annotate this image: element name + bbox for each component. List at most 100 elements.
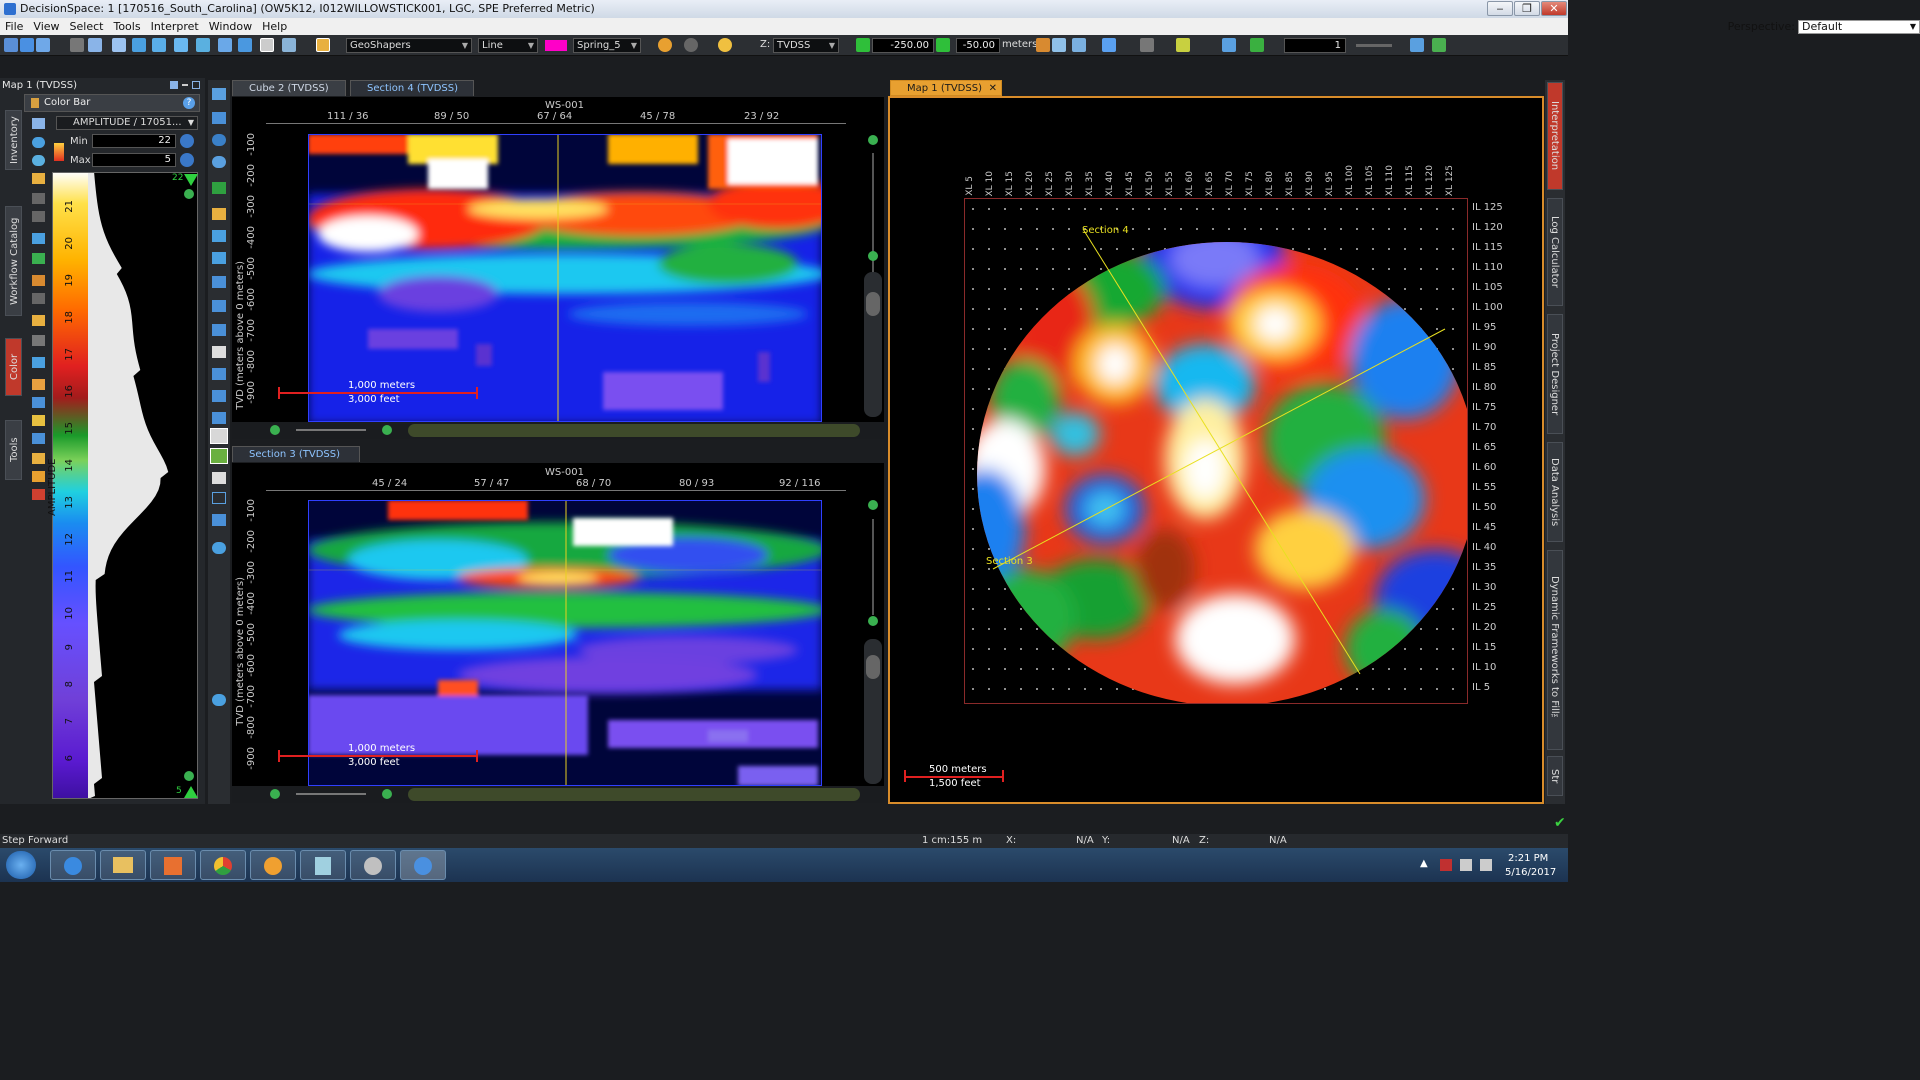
fault-icon[interactable] <box>212 276 226 288</box>
section-4-view[interactable]: WS-001 111 / 36 89 / 50 67 / 64 45 / 78 … <box>232 97 884 439</box>
color-swatch[interactable] <box>545 40 567 51</box>
explorer-icon[interactable] <box>100 850 146 880</box>
palette-select[interactable]: Spring_5 ▼ <box>573 38 641 53</box>
attribute-select[interactable]: AMPLITUDE / 17051... ▼ <box>56 116 198 130</box>
redo-icon[interactable] <box>684 38 698 52</box>
minimize-button[interactable]: ‒ <box>1487 1 1513 16</box>
flag-icon[interactable] <box>1440 859 1452 871</box>
move-icon[interactable] <box>212 230 226 242</box>
paint-icon[interactable] <box>210 448 228 464</box>
maximize-button[interactable]: ❐ <box>1514 1 1540 16</box>
bookmark-list-icon[interactable] <box>1140 38 1154 52</box>
scrollbar-thumb[interactable] <box>866 292 880 316</box>
section-4-label[interactable]: Section 4 <box>1082 225 1129 236</box>
paint-icon[interactable] <box>350 850 396 880</box>
import-icon[interactable] <box>32 433 45 444</box>
zoom-out-icon[interactable] <box>184 771 194 781</box>
pan-icon[interactable] <box>174 38 188 52</box>
color-wheel-icon[interactable] <box>32 155 45 166</box>
tab-cube-2[interactable]: Cube 2 (TVDSS) <box>232 80 346 96</box>
tab-section-4[interactable]: Section 4 (TVDSS) <box>350 80 474 96</box>
section-3-view[interactable]: WS-001 45 / 24 57 / 47 68 / 70 80 / 93 9… <box>232 463 884 803</box>
step-back-icon[interactable] <box>856 38 870 52</box>
zoom-out-icon[interactable] <box>270 789 280 799</box>
section-icon[interactable] <box>238 38 252 52</box>
tab-str[interactable]: Str <box>1547 756 1563 796</box>
tray-arrow-icon[interactable]: ▲ <box>1420 858 1428 869</box>
min-lock-icon[interactable] <box>180 134 194 148</box>
tab-log-calculator[interactable]: Log Calculator <box>1547 198 1563 306</box>
count-input[interactable]: 1 <box>1284 38 1346 53</box>
open-icon[interactable] <box>20 38 34 52</box>
domain-select[interactable]: TVDSS ▼ <box>773 38 839 53</box>
grid-icon[interactable] <box>32 253 45 264</box>
menu-interpret[interactable]: Interpret <box>146 18 204 35</box>
table-icon[interactable] <box>32 397 45 408</box>
stop-icon[interactable] <box>32 335 45 346</box>
edit-icon[interactable] <box>32 173 45 184</box>
tab-section-3[interactable]: Section 3 (TVDSS) <box>232 446 360 462</box>
panel-minimize-icon[interactable] <box>182 84 188 86</box>
zoom-in-icon[interactable] <box>382 425 392 435</box>
tab-map-1[interactable]: Map 1 (TVDSS) ✕ <box>890 80 1002 96</box>
palette-icon[interactable] <box>32 118 45 129</box>
tab-inventory[interactable]: Inventory <box>5 110 22 170</box>
top-marker-handle[interactable] <box>184 174 198 186</box>
zoom-in-icon[interactable] <box>868 135 878 145</box>
network-icon[interactable] <box>1460 859 1472 871</box>
zoom-out-icon[interactable] <box>212 694 226 706</box>
pointer-icon[interactable] <box>32 275 45 286</box>
select-icon[interactable] <box>32 293 45 304</box>
tab-interpretation[interactable]: Interpretation <box>1547 82 1563 190</box>
zoom-icon[interactable] <box>212 542 226 554</box>
pan-icon[interactable] <box>212 182 226 194</box>
undo-icon[interactable] <box>658 38 672 52</box>
new-icon[interactable] <box>4 38 18 52</box>
vertical-zoom-slider[interactable] <box>872 519 874 615</box>
flip-icon[interactable] <box>32 233 45 244</box>
layers-icon[interactable] <box>196 38 210 52</box>
bucket-icon[interactable] <box>32 315 45 326</box>
play-icon[interactable] <box>936 38 950 52</box>
horizontal-scrollbar[interactable] <box>408 424 860 437</box>
panel-maximize-icon[interactable] <box>192 81 200 89</box>
cube-icon[interactable] <box>218 38 232 52</box>
menu-select[interactable]: Select <box>65 18 109 35</box>
scrollbar-thumb[interactable] <box>866 655 880 679</box>
camera-icon[interactable] <box>212 514 226 526</box>
min-input[interactable]: 22 <box>92 134 176 148</box>
horizontal-zoom-slider[interactable] <box>296 429 366 431</box>
section-3-label[interactable]: Section 3 <box>986 556 1033 567</box>
rotate-icon[interactable] <box>212 156 226 168</box>
zoom-out-icon[interactable] <box>270 425 280 435</box>
zoom-out-icon[interactable] <box>868 251 878 261</box>
zoom-in-icon[interactable] <box>868 500 878 510</box>
pick-icon[interactable] <box>212 252 226 264</box>
tab-data-analysis[interactable]: Data Analysis <box>1547 442 1563 542</box>
ruler-icon[interactable] <box>1222 38 1236 52</box>
tool-select[interactable]: GeoShapers ▼ <box>346 38 472 53</box>
tab-project-designer[interactable]: Project Designer <box>1547 314 1563 434</box>
export-icon[interactable] <box>32 415 45 426</box>
menu-view[interactable]: View <box>28 18 64 35</box>
perspective-select[interactable]: Default ▼ <box>1798 20 1920 34</box>
histogram-icon[interactable] <box>32 379 45 390</box>
z-end-input[interactable]: -50.00 <box>956 38 1000 53</box>
well-icon[interactable] <box>212 368 226 380</box>
ruler-icon[interactable] <box>212 412 226 424</box>
shape-select[interactable]: Line ▼ <box>478 38 538 53</box>
distribute-icon[interactable] <box>32 357 45 368</box>
map-1-view[interactable]: XL 5 XL 10 XL 15 XL 20 XL 25 XL 30 XL 35 XL 40 X… <box>888 96 1544 804</box>
ie-icon[interactable] <box>50 850 96 880</box>
flag-icon[interactable] <box>32 489 45 500</box>
chrome-icon[interactable] <box>200 850 246 880</box>
copy-icon[interactable] <box>70 38 84 52</box>
horizontal-scrollbar[interactable] <box>408 788 860 801</box>
layers-icon[interactable] <box>212 346 226 358</box>
horizon-icon[interactable] <box>1250 38 1264 52</box>
horizontal-zoom-slider[interactable] <box>296 793 366 795</box>
refresh-icon[interactable] <box>1072 38 1086 52</box>
refresh-icon[interactable] <box>32 137 45 148</box>
zoom-icon[interactable] <box>184 189 194 199</box>
measure-icon[interactable] <box>132 38 146 52</box>
